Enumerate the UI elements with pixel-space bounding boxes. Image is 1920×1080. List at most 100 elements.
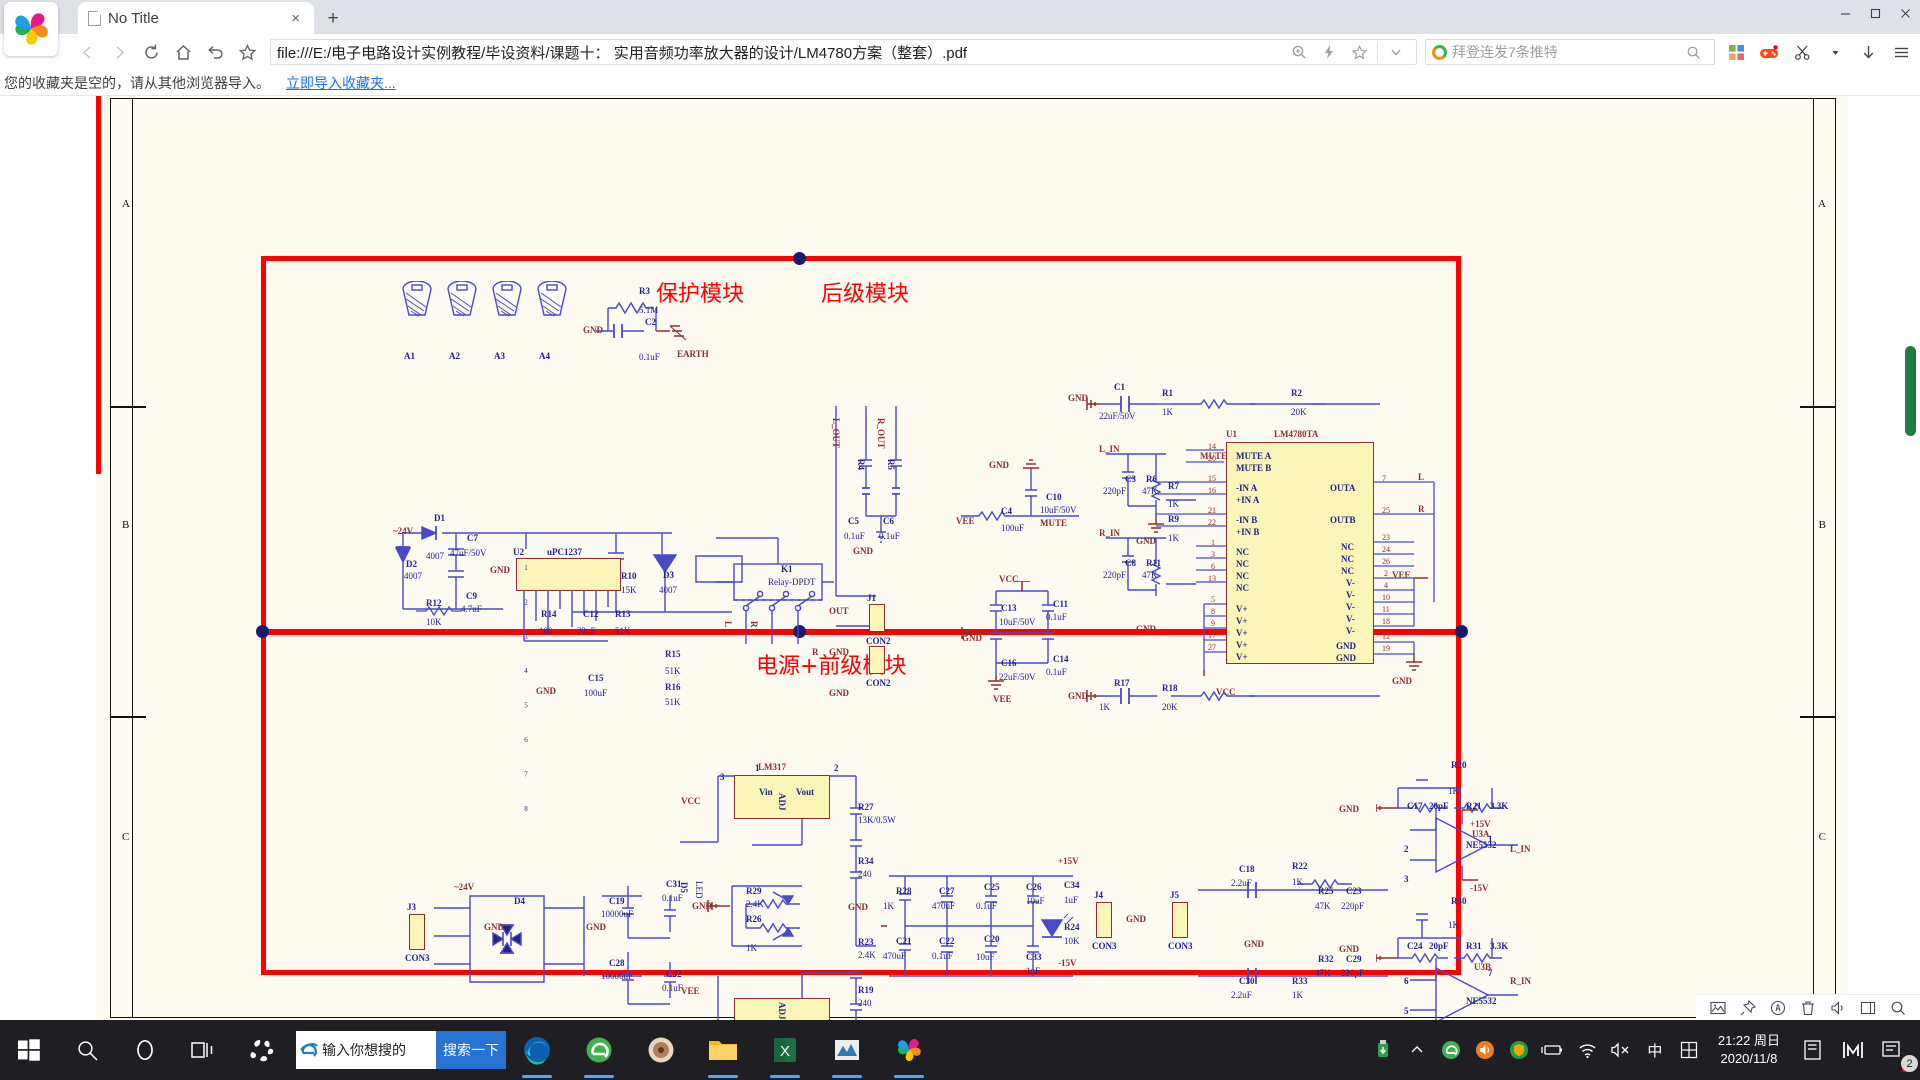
net-gnd-c15: GND	[536, 686, 556, 696]
taskbar-clock[interactable]: 21:22 周日 2020/11/8	[1706, 1032, 1792, 1067]
ref-c15: C15	[588, 673, 604, 683]
mute-icon[interactable]	[1604, 1020, 1638, 1080]
ref-c13: C14	[1053, 654, 1069, 664]
media-player-icon[interactable]	[630, 1020, 692, 1080]
browser-360-tray-icon[interactable]	[1434, 1020, 1468, 1080]
volume-orange-icon[interactable]	[1468, 1020, 1502, 1080]
back-icon[interactable]	[72, 37, 102, 67]
val-c8: 220pF	[1103, 570, 1127, 580]
bookmark-star-icon[interactable]	[232, 37, 262, 67]
search-box[interactable]: 拜登连发7条推特	[1425, 39, 1715, 65]
net-vcc-decouple: VCC	[999, 574, 1019, 584]
taskbar-search-icon[interactable]	[58, 1020, 116, 1080]
start-button[interactable]	[0, 1020, 58, 1080]
ref-r30: C24	[1407, 941, 1423, 951]
wifi-icon[interactable]	[1570, 1020, 1604, 1080]
scrollbar-thumb[interactable]	[1905, 346, 1916, 436]
image-icon[interactable]	[1710, 1000, 1726, 1016]
browser-tab[interactable]: No Title ×	[78, 2, 314, 34]
ref-r6: R6	[1146, 474, 1157, 484]
net-r-out-u1: R	[1418, 504, 1425, 514]
ref-r22: R22	[1292, 861, 1308, 871]
pdf-scrollbar[interactable]	[1905, 96, 1916, 1020]
action-center-icon[interactable]: 2	[1870, 1020, 1918, 1080]
forward-icon[interactable]	[104, 37, 134, 67]
browser-logo[interactable]	[4, 2, 58, 56]
val-c14: 22uF/50V	[999, 672, 1036, 682]
ref-r20: C17	[1407, 801, 1423, 811]
menu-icon[interactable]	[1886, 37, 1916, 67]
excel-icon[interactable]: X	[754, 1020, 816, 1080]
val-r6: 47K	[1142, 486, 1158, 496]
battery-icon[interactable]	[1536, 1020, 1570, 1080]
apps-grid-icon[interactable]	[1721, 37, 1751, 67]
shield-green-icon[interactable]	[1502, 1020, 1536, 1080]
val-c2: 0.1uF	[639, 352, 660, 362]
taskbar-search-submit[interactable]: 搜索一下	[436, 1031, 506, 1069]
connector-j1	[869, 604, 885, 632]
cortana-icon[interactable]	[116, 1020, 174, 1080]
window-icon[interactable]	[1860, 1000, 1876, 1016]
search-icon[interactable]	[1890, 1000, 1906, 1016]
file-explorer-icon[interactable]	[692, 1020, 754, 1080]
val-c26: 10uF	[976, 952, 995, 962]
new-tab-button[interactable]: +	[318, 4, 348, 34]
task-view-icon[interactable]	[174, 1020, 232, 1080]
val-c16: 1K	[1099, 702, 1110, 712]
speaker-icon[interactable]	[1830, 1000, 1846, 1016]
browser-360-icon[interactable]	[568, 1020, 630, 1080]
minimize-icon[interactable]	[1830, 0, 1860, 26]
trash-icon[interactable]	[1800, 1000, 1816, 1016]
download-icon[interactable]	[1853, 37, 1883, 67]
ref-c25: C22	[939, 936, 955, 946]
page-icon	[88, 10, 102, 26]
star-icon[interactable]	[1345, 39, 1373, 65]
val-c18: 2.2uF	[1231, 878, 1252, 888]
ref-r24: C34	[1064, 880, 1080, 890]
equalizer-icon[interactable]	[1836, 1020, 1870, 1080]
val-r9: 1K	[1168, 533, 1179, 543]
label-con2-a: CON2	[866, 636, 891, 646]
ref-j4: J4	[1094, 890, 1103, 900]
pin-icon[interactable]	[1740, 999, 1756, 1016]
import-bookmarks-link[interactable]: 立即导入收藏夹...	[286, 73, 396, 93]
sogou-icon[interactable]	[232, 1020, 290, 1080]
zoom-icon[interactable]	[1285, 39, 1313, 65]
part-u2: uPC1237	[547, 547, 583, 557]
ime-language-icon[interactable]: 中	[1638, 1020, 1672, 1080]
taskbar-search-box[interactable]: 输入你想搜的 搜索一下	[296, 1031, 506, 1069]
scissors-icon[interactable]	[1787, 37, 1817, 67]
ref-c18: C18	[1239, 864, 1255, 874]
game-controller-icon[interactable]	[1754, 37, 1784, 67]
svg-text:X: X	[780, 1043, 790, 1060]
altium-icon[interactable]	[816, 1020, 878, 1080]
ref-r34: R19	[858, 985, 874, 995]
net-vee-r8: VEE	[956, 516, 975, 526]
chevron-down-icon[interactable]	[1382, 39, 1410, 65]
maximize-icon[interactable]	[1860, 0, 1890, 26]
chevron-down-small-icon[interactable]	[1820, 37, 1850, 67]
home-icon[interactable]	[168, 37, 198, 67]
action-center-badge: 2	[1901, 1055, 1918, 1072]
ref-r16: R16	[665, 682, 681, 692]
val-k1: Relay-DPDT	[768, 577, 816, 587]
undo-history-icon[interactable]	[200, 37, 230, 67]
edge-icon[interactable]	[506, 1020, 568, 1080]
chrome-360-icon[interactable]	[878, 1020, 940, 1080]
reload-icon[interactable]	[136, 37, 166, 67]
val-c10: 0.1uF	[1046, 612, 1067, 622]
close-window-icon[interactable]	[1890, 0, 1920, 26]
lightning-icon[interactable]	[1315, 39, 1343, 65]
val-c31: 0.1uF	[662, 893, 683, 903]
search-input[interactable]: 拜登连发7条推特	[1452, 42, 1673, 62]
u2-pin-wires	[523, 591, 609, 642]
address-bar[interactable]: file:///E:/电子电路设计实例教程/毕设资料/课题十： 实用音频功率放大…	[270, 39, 1417, 65]
notifications-icon[interactable]: 5	[1792, 1020, 1914, 1080]
ime-mode-icon[interactable]	[1672, 1020, 1706, 1080]
chevron-up-icon[interactable]	[1400, 1020, 1434, 1080]
close-icon[interactable]: ×	[287, 9, 304, 28]
ref-c26: C20	[984, 934, 1000, 944]
usb-icon[interactable]	[1366, 1020, 1400, 1080]
annotate-icon[interactable]	[1770, 1000, 1786, 1016]
search-icon[interactable]	[1678, 37, 1708, 67]
